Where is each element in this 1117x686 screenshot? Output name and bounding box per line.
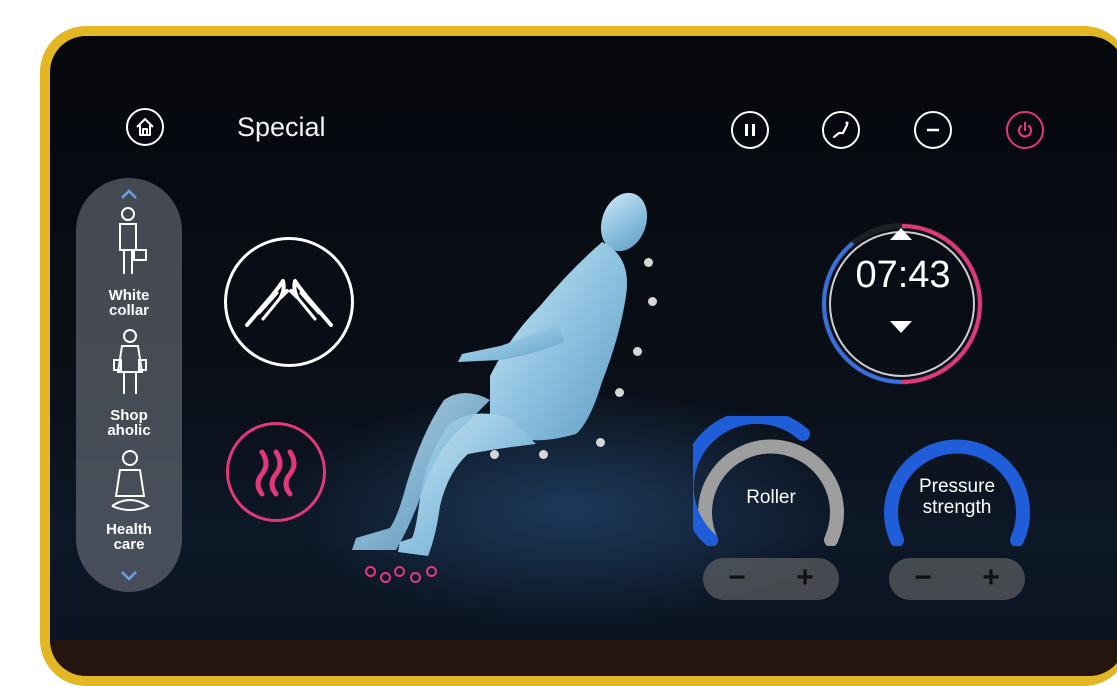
program-label: Health — [106, 521, 152, 538]
shopper-icon — [113, 329, 147, 394]
power-button[interactable] — [1006, 111, 1044, 149]
foot-node — [426, 566, 437, 577]
recline-icon — [832, 121, 849, 139]
massage-node — [648, 297, 657, 306]
hands-massage-icon — [245, 279, 333, 327]
chevron-down-icon[interactable] — [120, 570, 138, 582]
program-health-care[interactable]: Health care — [76, 522, 182, 552]
program-label: White — [108, 287, 150, 304]
roller-gauge — [693, 416, 844, 546]
roller-label: Roller — [746, 487, 796, 508]
massage-node — [615, 388, 624, 397]
heat-button[interactable] — [226, 422, 326, 522]
timer-up-icon[interactable] — [888, 226, 914, 242]
pressure-stepper[interactable]: − + — [889, 558, 1025, 600]
home-button[interactable] — [126, 108, 164, 146]
program-label: collar — [108, 302, 150, 319]
home-icon — [136, 118, 154, 136]
massage-mode-button[interactable] — [224, 237, 354, 367]
timer-ring — [821, 223, 983, 385]
foot-node — [410, 572, 421, 583]
massage-node — [490, 450, 499, 459]
power-icon — [1017, 121, 1033, 138]
roller-decrease-button[interactable]: − — [709, 558, 765, 600]
minus-button[interactable] — [914, 111, 952, 149]
pressure-label-line: strength — [922, 497, 992, 518]
foot-node — [380, 572, 391, 583]
program-list[interactable]: White collar Shop aholic Health care — [76, 178, 182, 592]
program-label: aholic — [107, 422, 151, 439]
timer-down-icon[interactable] — [888, 319, 914, 335]
pressure-increase-button[interactable]: + — [963, 558, 1019, 600]
page-title: Special — [237, 112, 326, 142]
roller-stepper[interactable]: − + — [703, 558, 839, 600]
program-shopaholic[interactable]: Shop aholic — [76, 408, 182, 438]
pressure-label-line: Pressure — [918, 476, 996, 497]
program-label: care — [113, 536, 145, 553]
recline-button[interactable] — [822, 111, 860, 149]
massage-node — [644, 258, 653, 267]
program-label: Shop — [110, 407, 148, 424]
meditation-icon — [111, 450, 151, 511]
roller-increase-button[interactable]: + — [777, 558, 833, 600]
pressure-decrease-button[interactable]: − — [895, 558, 951, 600]
massage-node — [596, 438, 605, 447]
timer-value: 07:43 — [855, 254, 951, 296]
heat-icon — [255, 449, 297, 497]
foot-node — [365, 566, 376, 577]
control-screen: Special White collar Shop aholic Health … — [50, 36, 1117, 676]
pressure-label: Pressure strength — [901, 476, 1013, 518]
minus-icon — [927, 128, 939, 132]
foot-node — [394, 566, 405, 577]
pause-button[interactable] — [731, 111, 769, 149]
chevron-up-icon[interactable] — [120, 188, 138, 200]
pause-icon — [745, 124, 755, 136]
office-worker-icon — [119, 207, 147, 274]
massage-node — [633, 347, 642, 356]
program-white-collar[interactable]: White collar — [76, 288, 182, 318]
massage-node — [539, 450, 548, 459]
